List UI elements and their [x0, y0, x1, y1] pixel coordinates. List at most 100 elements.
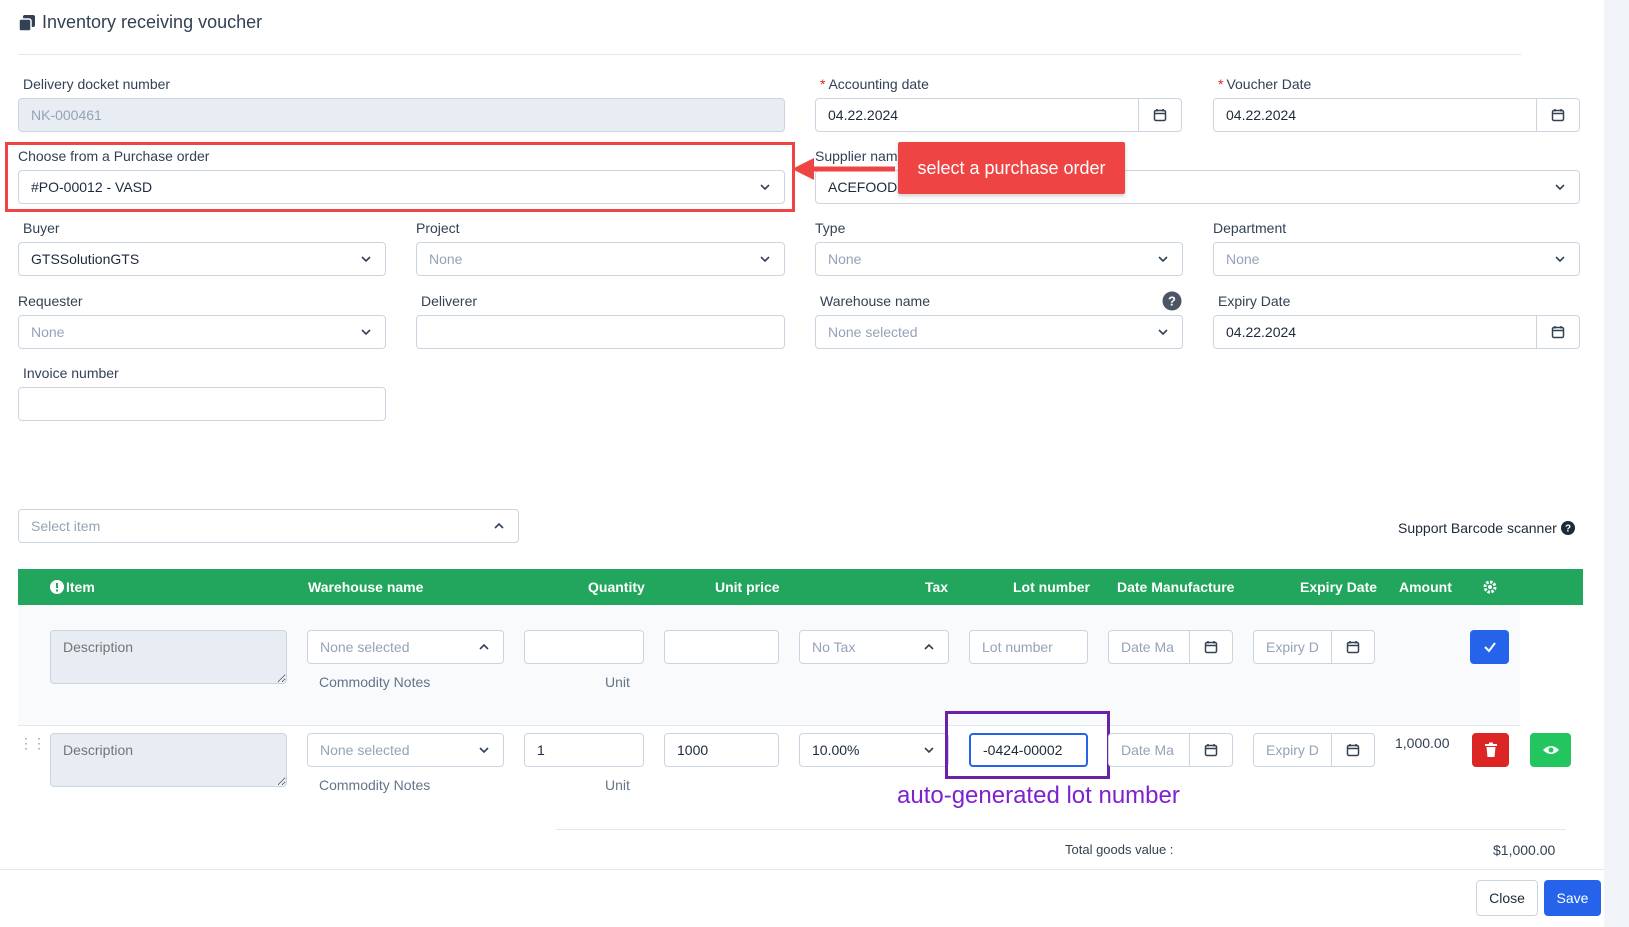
calendar-icon[interactable]: [1138, 99, 1181, 131]
requester-label: Requester: [18, 293, 83, 309]
scrollbar[interactable]: [1604, 0, 1629, 927]
footer-divider: [0, 869, 1629, 870]
select-item-dropdown[interactable]: Select item: [18, 509, 519, 543]
chevron-down-icon: [479, 747, 489, 754]
row-warehouse-select[interactable]: None selected: [307, 733, 504, 767]
tax-select[interactable]: No Tax: [799, 630, 949, 664]
chevron-up-icon: [479, 643, 489, 650]
help-icon[interactable]: ?: [1560, 521, 1575, 535]
delivery-docket-label: Delivery docket number: [23, 76, 171, 92]
chevron-up-icon: [924, 643, 934, 650]
project-label: Project: [416, 220, 460, 236]
chevron-down-icon: [760, 184, 770, 191]
lot-number-input[interactable]: Lot number: [969, 630, 1088, 664]
buyer-label: Buyer: [23, 220, 60, 236]
purchase-order-callout: select a purchase order: [898, 142, 1125, 194]
page-title: Inventory receiving voucher: [18, 12, 262, 33]
chevron-down-icon: [1555, 256, 1565, 263]
drag-handle-icon[interactable]: ⋮⋮: [19, 735, 46, 752]
chevron-down-icon: [1158, 256, 1168, 263]
col-quantity: Quantity: [588, 579, 645, 595]
invoice-input[interactable]: [18, 387, 386, 421]
chevron-down-icon: [361, 256, 371, 263]
type-select[interactable]: None: [815, 242, 1183, 276]
svg-text:?: ?: [1565, 524, 1571, 535]
col-amount: Amount: [1399, 579, 1452, 595]
deliverer-input[interactable]: [416, 315, 785, 349]
unit-price-input[interactable]: 1000: [664, 733, 779, 767]
quantity-input[interactable]: [524, 630, 644, 664]
calendar-icon[interactable]: [1189, 631, 1232, 663]
lot-number-input[interactable]: -0424-00002: [969, 733, 1088, 767]
chevron-down-icon: [361, 329, 371, 336]
expiry-date-field[interactable]: 04.22.2024: [1213, 315, 1580, 349]
view-row-button[interactable]: [1530, 733, 1571, 767]
warehouse-label: Warehouse name: [820, 293, 930, 309]
date-manufacture-input[interactable]: Date Ma: [1108, 733, 1233, 767]
chevron-down-icon: [1158, 329, 1168, 336]
chevron-up-icon: [494, 522, 504, 529]
expiry-input[interactable]: Expiry D: [1253, 630, 1375, 664]
total-value: $1,000.00: [1493, 842, 1556, 858]
unit-label: Unit: [605, 777, 630, 793]
row-warehouse-select[interactable]: None selected: [307, 630, 504, 664]
col-unit-price: Unit price: [715, 579, 780, 595]
add-item-button[interactable]: [1470, 630, 1509, 664]
calendar-icon[interactable]: [1331, 631, 1374, 663]
close-button[interactable]: Close: [1476, 880, 1538, 916]
description-input[interactable]: [50, 630, 287, 684]
commodity-notes[interactable]: Commodity Notes: [319, 674, 430, 690]
col-warehouse: Warehouse name: [308, 579, 424, 595]
warehouse-select[interactable]: None selected: [815, 315, 1183, 349]
callout-arrow-icon: [792, 158, 895, 180]
commodity-notes[interactable]: Commodity Notes: [319, 777, 430, 793]
date-manufacture-input[interactable]: Date Ma: [1108, 630, 1233, 664]
delete-row-button[interactable]: [1472, 733, 1509, 767]
delivery-docket-field: NK-000461: [18, 98, 785, 132]
purchase-order-select[interactable]: #PO-00012 - VASD: [18, 170, 785, 204]
expiry-date-label: Expiry Date: [1218, 293, 1291, 309]
accounting-date-field[interactable]: 04.22.2024: [815, 98, 1182, 132]
quantity-input[interactable]: 1: [524, 733, 644, 767]
purchase-order-label: Choose from a Purchase order: [18, 148, 210, 164]
requester-select[interactable]: None: [18, 315, 386, 349]
svg-text:?: ?: [1168, 294, 1176, 309]
unit-price-input[interactable]: [664, 630, 779, 664]
items-table-header: Item Warehouse name Quantity Unit price …: [18, 569, 1583, 605]
barcode-scanner-label: Support Barcode scanner ?: [1398, 520, 1575, 536]
save-button[interactable]: Save: [1544, 880, 1601, 916]
accounting-date-label: * Accounting date: [820, 76, 929, 92]
department-select[interactable]: None: [1213, 242, 1580, 276]
calendar-icon[interactable]: [1536, 316, 1579, 348]
divider: [18, 54, 1521, 55]
copy-icon: [18, 14, 35, 32]
tax-select[interactable]: 10.00%: [799, 733, 949, 767]
info-icon: [50, 580, 64, 594]
col-tax: Tax: [925, 579, 949, 595]
type-label: Type: [815, 220, 846, 236]
project-select[interactable]: None: [416, 242, 785, 276]
deliverer-label: Deliverer: [421, 293, 478, 309]
chevron-down-icon: [924, 747, 934, 754]
check-icon: [1483, 642, 1496, 653]
calendar-icon[interactable]: [1331, 734, 1374, 766]
gear-icon[interactable]: [1482, 579, 1498, 595]
totals-divider: [556, 829, 1566, 830]
description-input[interactable]: [50, 733, 287, 787]
trash-icon: [1484, 742, 1497, 757]
expiry-input[interactable]: Expiry D: [1253, 733, 1375, 767]
department-label: Department: [1213, 220, 1287, 236]
col-expiry: Expiry Date: [1300, 579, 1378, 595]
voucher-date-field[interactable]: 04.22.2024: [1213, 98, 1580, 132]
calendar-icon[interactable]: [1536, 99, 1579, 131]
col-date-manufacture: Date Manufacture: [1117, 579, 1235, 595]
chevron-down-icon: [1555, 184, 1565, 191]
col-item: Item: [66, 579, 95, 595]
page-title-text: Inventory receiving voucher: [42, 12, 263, 32]
row-amount: 1,000.00: [1395, 735, 1450, 751]
calendar-icon[interactable]: [1189, 734, 1232, 766]
help-icon[interactable]: ?: [1162, 291, 1182, 311]
buyer-select[interactable]: GTSSolutionGTS: [18, 242, 386, 276]
unit-label: Unit: [605, 674, 630, 690]
col-lot: Lot number: [1013, 579, 1090, 595]
